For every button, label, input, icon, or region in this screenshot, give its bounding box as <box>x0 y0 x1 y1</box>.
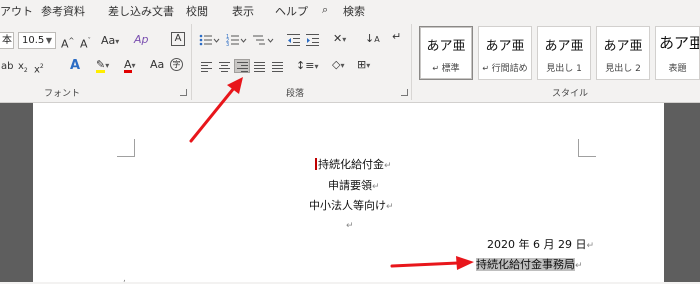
menu-help[interactable]: ヘルプ <box>275 3 308 19</box>
text-effects-icon[interactable]: A <box>70 59 80 73</box>
style-card-normal[interactable]: あア亜 ↵ 標準 <box>419 26 473 80</box>
increase-indent-icon[interactable] <box>306 33 322 47</box>
font-color-icon[interactable]: A▾ <box>124 58 136 73</box>
menu-search[interactable]: 検索 <box>343 3 365 19</box>
margin-corner-mark <box>117 139 135 157</box>
asian-layout-icon[interactable]: ✕▾ <box>333 32 346 47</box>
align-center-icon[interactable] <box>217 60 233 74</box>
clear-formatting-icon[interactable]: Ap <box>134 33 149 47</box>
doc-subtitle-line[interactable]: 申請要領↵ <box>328 177 380 193</box>
font-dialog-launcher-icon[interactable] <box>180 89 187 96</box>
group-divider <box>411 24 412 100</box>
menu-mailings[interactable]: 差し込み文書 <box>108 3 174 19</box>
shrink-font-icon[interactable]: Aˇ <box>80 34 91 52</box>
empty-paragraph-mark[interactable]: ↵ <box>346 218 354 231</box>
font-size-value: 10.5 <box>22 35 45 46</box>
show-marks-icon[interactable]: ↵ <box>392 30 401 44</box>
document-page[interactable]: 持続化給付金↵ 申請要領↵ 中小法人等向け↵ ↵ 2020 年 6 月 29 日… <box>33 103 664 284</box>
decrease-indent-icon[interactable] <box>287 33 303 47</box>
menu-layout[interactable]: アウト <box>0 3 33 19</box>
char-shading-icon[interactable]: Aa <box>150 58 164 72</box>
menu-review[interactable]: 校閲 <box>186 3 208 19</box>
menu-view[interactable]: 表示 <box>232 3 254 19</box>
style-name: ↵ 標準 <box>432 64 460 74</box>
style-name: 見出し 1 <box>546 64 582 74</box>
menu-references[interactable]: 参考資料 <box>41 3 85 19</box>
doc-date-line[interactable]: 2020 年 6 月 29 日↵ <box>487 236 594 252</box>
text-cursor <box>315 158 317 170</box>
distributed-icon[interactable] <box>270 60 286 74</box>
search-icon[interactable]: ⌕ <box>322 3 328 17</box>
grow-font-icon[interactable]: A^ <box>61 34 74 52</box>
group-divider <box>191 24 192 100</box>
style-sample: あア亜 <box>544 39 584 54</box>
numbering-icon[interactable]: 123 <box>226 33 247 48</box>
bullets-icon[interactable] <box>199 33 220 47</box>
style-sample: あア亜 <box>485 39 525 54</box>
enclose-char-icon[interactable]: 字 <box>170 58 183 71</box>
strikethrough-icon[interactable]: ab <box>1 60 13 74</box>
style-name: 表題 <box>668 64 687 74</box>
subscript-icon[interactable]: x2 <box>18 60 28 78</box>
justify-icon[interactable] <box>252 60 268 74</box>
style-card-heading-2[interactable]: あア亜 見出し 2 <box>596 26 650 80</box>
chevron-down-icon: ▼ <box>45 36 52 45</box>
menu-bar: アウト 参考資料 差し込み文書 校閲 表示 ヘルプ ⌕ 検索 <box>0 0 700 20</box>
superscript-icon[interactable]: x2 <box>34 60 44 77</box>
font-size-box[interactable]: 10.5 ▼ <box>18 32 56 49</box>
styles-group-label: スタイル <box>552 89 589 99</box>
ribbon: 本 10.5 ▼ A^ Aˇ Aa▾ Ap A ab x2 x2 A ✎▾ A▾… <box>0 20 700 103</box>
change-case-icon[interactable]: Aa▾ <box>101 34 119 49</box>
font-group-label: フォント <box>44 89 81 99</box>
multilevel-list-icon[interactable] <box>253 33 274 47</box>
highlight-color-icon[interactable]: ✎▾ <box>96 58 109 73</box>
shading-icon[interactable]: ◇▾ <box>332 58 344 73</box>
doc-sender-line[interactable]: 持続化給付金事務局↵ <box>476 256 583 272</box>
font-name-box[interactable]: 本 <box>0 32 14 49</box>
line-spacing-icon[interactable]: ↕≡▾ <box>296 59 318 74</box>
svg-text:3: 3 <box>226 42 229 47</box>
margin-corner-mark <box>578 139 596 157</box>
empty-paragraph-mark[interactable]: , <box>123 271 126 284</box>
doc-title-line[interactable]: 持続化給付金↵ <box>315 156 392 172</box>
sort-icon[interactable]: ↓A <box>365 32 380 47</box>
document-canvas: 持続化給付金↵ 申請要領↵ 中小法人等向け↵ ↵ 2020 年 6 月 29 日… <box>0 103 700 284</box>
character-border-icon[interactable]: A <box>171 32 185 46</box>
style-sample: あア亜 <box>603 39 643 54</box>
styles-gallery: あア亜 ↵ 標準 あア亜 ↵ 行間詰め あア亜 見出し 1 あア亜 見出し 2 … <box>416 24 700 80</box>
doc-target-line[interactable]: 中小法人等向け↵ <box>309 197 394 213</box>
style-name: ↵ 行間詰め <box>482 64 528 74</box>
paragraph-group-label: 段落 <box>286 89 305 99</box>
paragraph-dialog-launcher-icon[interactable] <box>401 89 408 96</box>
style-name: 見出し 2 <box>605 64 641 74</box>
align-right-icon[interactable] <box>234 59 250 73</box>
borders-icon[interactable]: ⊞▾ <box>357 58 370 73</box>
align-left-icon[interactable] <box>199 60 215 74</box>
style-sample: あア亜 <box>659 34 700 52</box>
style-card-no-spacing[interactable]: あア亜 ↵ 行間詰め <box>478 26 532 80</box>
style-card-title[interactable]: あア亜 表題 <box>655 26 700 80</box>
style-card-heading-1[interactable]: あア亜 見出し 1 <box>537 26 591 80</box>
style-sample: あア亜 <box>426 39 466 54</box>
